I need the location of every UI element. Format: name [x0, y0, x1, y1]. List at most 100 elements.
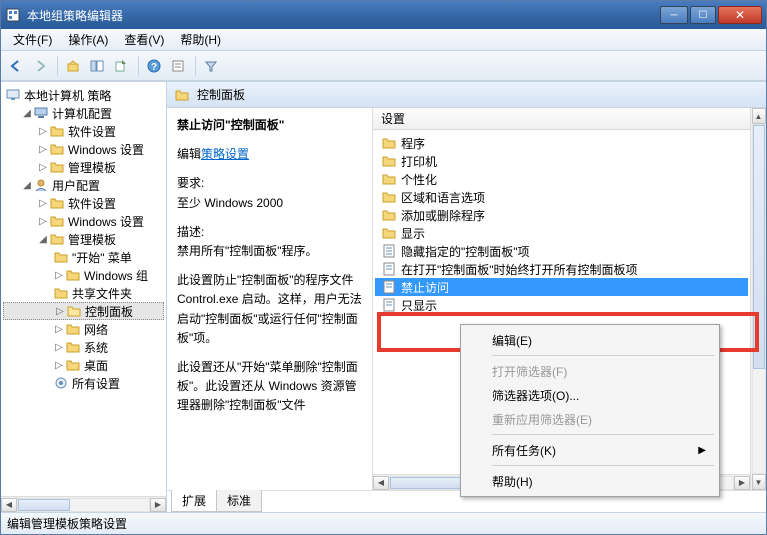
collapse-icon[interactable]: ◢ [21, 108, 33, 119]
list-item[interactable]: 添加或删除程序 [375, 206, 748, 224]
expand-icon[interactable]: ▷ [37, 198, 49, 209]
list-item-label: 在打开"控制面板"时始终打开所有控制面板项 [401, 261, 638, 278]
list-item[interactable]: 区域和语言选项 [375, 188, 748, 206]
context-reapply-filter[interactable]: 重新应用筛选器(E) [464, 407, 716, 431]
up-button[interactable] [62, 55, 84, 77]
folder-icon [49, 141, 65, 157]
window-controls: ─ ☐ ✕ [658, 6, 762, 24]
tree-label: 共享文件夹 [72, 285, 132, 302]
list-item-label: 个性化 [401, 171, 437, 188]
filter-button[interactable] [200, 55, 222, 77]
tree-shared-folders[interactable]: 共享文件夹 [3, 284, 164, 302]
list-item-label: 打印机 [401, 153, 437, 170]
tree-network[interactable]: ▷ 网络 [3, 320, 164, 338]
description-pane: 禁止访问"控制面板" 编辑策略设置 要求: 至少 Windows 2000 描述… [167, 108, 373, 490]
menu-file[interactable]: 文件(F) [5, 29, 60, 50]
expand-icon[interactable]: ▷ [37, 216, 49, 227]
expand-icon[interactable]: ▷ [37, 126, 49, 137]
expand-icon[interactable]: ▷ [53, 360, 65, 371]
scroll-left-button[interactable]: ◀ [1, 498, 17, 512]
context-all-tasks[interactable]: 所有任务(K)▶ [464, 438, 716, 462]
context-help[interactable]: 帮助(H) [464, 469, 716, 493]
tree-hscrollbar[interactable]: ◀ ▶ [1, 496, 166, 512]
menu-action[interactable]: 操作(A) [60, 29, 116, 50]
scroll-right-button[interactable]: ▶ [150, 498, 166, 512]
menu-separator [492, 434, 714, 435]
list-item-selected[interactable]: 禁止访问 [375, 278, 748, 296]
edit-policy-link[interactable]: 策略设置 [201, 147, 249, 161]
context-open-filter[interactable]: 打开筛选器(F) [464, 359, 716, 383]
scroll-thumb[interactable] [18, 499, 70, 511]
list-item[interactable]: 隐藏指定的"控制面板"项 [375, 242, 748, 260]
expand-icon[interactable]: ▷ [37, 162, 49, 173]
policy-tree[interactable]: 本地计算机 策略 ◢ 计算机配置 ▷ 软件设置 ▷ Windows 设置 [1, 82, 166, 496]
list-header-settings[interactable]: 设置 [373, 108, 750, 130]
list-item[interactable]: 程序 [375, 134, 748, 152]
list-vscrollbar[interactable]: ▲ ▼ [750, 108, 766, 490]
scroll-track[interactable] [752, 124, 766, 474]
toolbar: ? [1, 51, 766, 81]
menu-view[interactable]: 查看(V) [116, 29, 172, 50]
tree-software-settings-1[interactable]: ▷ 软件设置 [3, 122, 164, 140]
back-button[interactable] [5, 55, 27, 77]
folder-icon [65, 267, 81, 283]
tree-system[interactable]: ▷ 系统 [3, 338, 164, 356]
list-item[interactable]: 打印机 [375, 152, 748, 170]
context-help-label: 帮助(H) [492, 473, 533, 490]
tree-control-panel[interactable]: ▷ 控制面板 [3, 302, 164, 320]
menu-help[interactable]: 帮助(H) [172, 29, 229, 50]
context-edit[interactable]: 编辑(E) [464, 328, 716, 352]
forward-button[interactable] [29, 55, 51, 77]
tree-user-config[interactable]: ◢ 用户配置 [3, 176, 164, 194]
scroll-up-button[interactable]: ▲ [752, 108, 766, 124]
properties-button[interactable] [167, 55, 189, 77]
list-item[interactable]: 在打开"控制面板"时始终打开所有控制面板项 [375, 260, 748, 278]
list-item-label: 区域和语言选项 [401, 189, 485, 206]
minimize-button[interactable]: ─ [660, 6, 688, 24]
tree-start-menu[interactable]: "开始" 菜单 [3, 248, 164, 266]
tree-desktop[interactable]: ▷ 桌面 [3, 356, 164, 374]
list-item[interactable]: 个性化 [375, 170, 748, 188]
tree-computer-config[interactable]: ◢ 计算机配置 [3, 104, 164, 122]
tree-windows-settings-2[interactable]: ▷ Windows 设置 [3, 212, 164, 230]
folder-icon [381, 153, 397, 169]
folder-open-icon [66, 303, 82, 319]
tab-standard[interactable]: 标准 [216, 490, 262, 512]
scroll-down-button[interactable]: ▼ [752, 474, 766, 490]
tab-extended[interactable]: 扩展 [171, 490, 217, 512]
expand-icon[interactable]: ▷ [53, 270, 65, 281]
tree-windows-settings-1[interactable]: ▷ Windows 设置 [3, 140, 164, 158]
user-icon [33, 177, 49, 193]
context-edit-label: 编辑(E) [492, 332, 532, 349]
tree-label: 软件设置 [68, 123, 116, 140]
tree-label: "开始" 菜单 [72, 249, 132, 266]
scroll-track[interactable] [17, 498, 150, 512]
expand-icon[interactable]: ▷ [53, 342, 65, 353]
folder-icon [49, 213, 65, 229]
collapse-icon[interactable]: ◢ [37, 234, 49, 245]
scroll-thumb[interactable] [753, 125, 765, 369]
tree-label: Windows 组 [84, 267, 148, 284]
expand-icon[interactable]: ▷ [37, 144, 49, 155]
list-item[interactable]: 显示 [375, 224, 748, 242]
tree-all-settings[interactable]: 所有设置 [3, 374, 164, 392]
expand-icon[interactable]: ▷ [53, 324, 65, 335]
export-button[interactable] [110, 55, 132, 77]
scroll-left-button[interactable]: ◀ [373, 476, 389, 490]
tree-windows-components[interactable]: ▷ Windows 组 [3, 266, 164, 284]
tree-software-settings-2[interactable]: ▷ 软件设置 [3, 194, 164, 212]
expand-icon[interactable]: ▷ [54, 306, 66, 317]
collapse-icon[interactable]: ◢ [21, 180, 33, 191]
context-filter-options[interactable]: 筛选器选项(O)... [464, 383, 716, 407]
close-button[interactable]: ✕ [718, 6, 762, 24]
folder-icon [49, 195, 65, 211]
tree-admin-templates-1[interactable]: ▷ 管理模板 [3, 158, 164, 176]
scroll-right-button[interactable]: ▶ [734, 476, 750, 490]
tree-root[interactable]: 本地计算机 策略 [3, 86, 164, 104]
help-button[interactable]: ? [143, 55, 165, 77]
maximize-button[interactable]: ☐ [690, 6, 716, 24]
folder-icon [49, 159, 65, 175]
show-hide-tree-button[interactable] [86, 55, 108, 77]
list-item[interactable]: 只显示 [375, 296, 748, 314]
tree-admin-templates-2[interactable]: ◢ 管理模板 [3, 230, 164, 248]
